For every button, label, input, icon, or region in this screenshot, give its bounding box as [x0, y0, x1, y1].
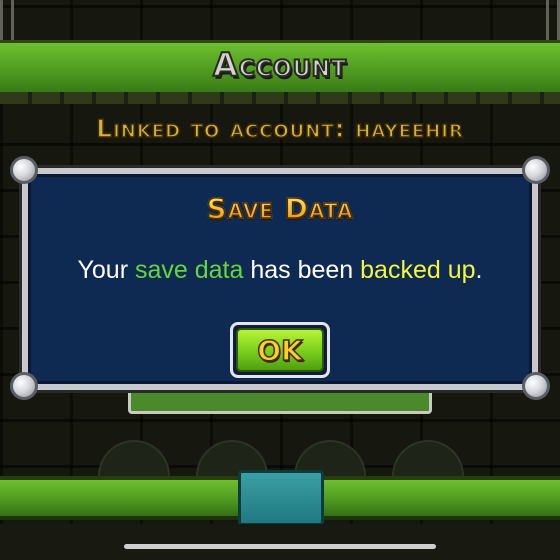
- message-text: has been: [243, 256, 361, 284]
- footer-tab: [238, 470, 324, 526]
- ok-button-face: OK: [236, 328, 324, 372]
- message-highlight-backed-up: backed up: [360, 256, 476, 284]
- rivet-icon: [10, 156, 38, 184]
- bottom-strip: [0, 524, 560, 560]
- linked-account-label: Linked to account: hayeehir: [95, 113, 464, 144]
- chain-icon: [546, 0, 560, 40]
- ok-button[interactable]: OK: [230, 322, 330, 378]
- chain-icon: [0, 0, 14, 40]
- message-highlight-save-data: save data: [134, 256, 244, 284]
- dialog-title: Save Data: [0, 191, 560, 226]
- rivet-icon: [10, 372, 38, 400]
- dialog-message: Your save data has been backed up.: [0, 256, 560, 285]
- message-text: Your: [77, 256, 135, 284]
- ok-button-label: OK: [257, 333, 304, 368]
- home-indicator: [124, 544, 436, 549]
- message-text: .: [475, 256, 483, 284]
- rivet-icon: [522, 372, 550, 400]
- page-title: Account: [212, 45, 348, 85]
- rivet-icon: [522, 156, 550, 184]
